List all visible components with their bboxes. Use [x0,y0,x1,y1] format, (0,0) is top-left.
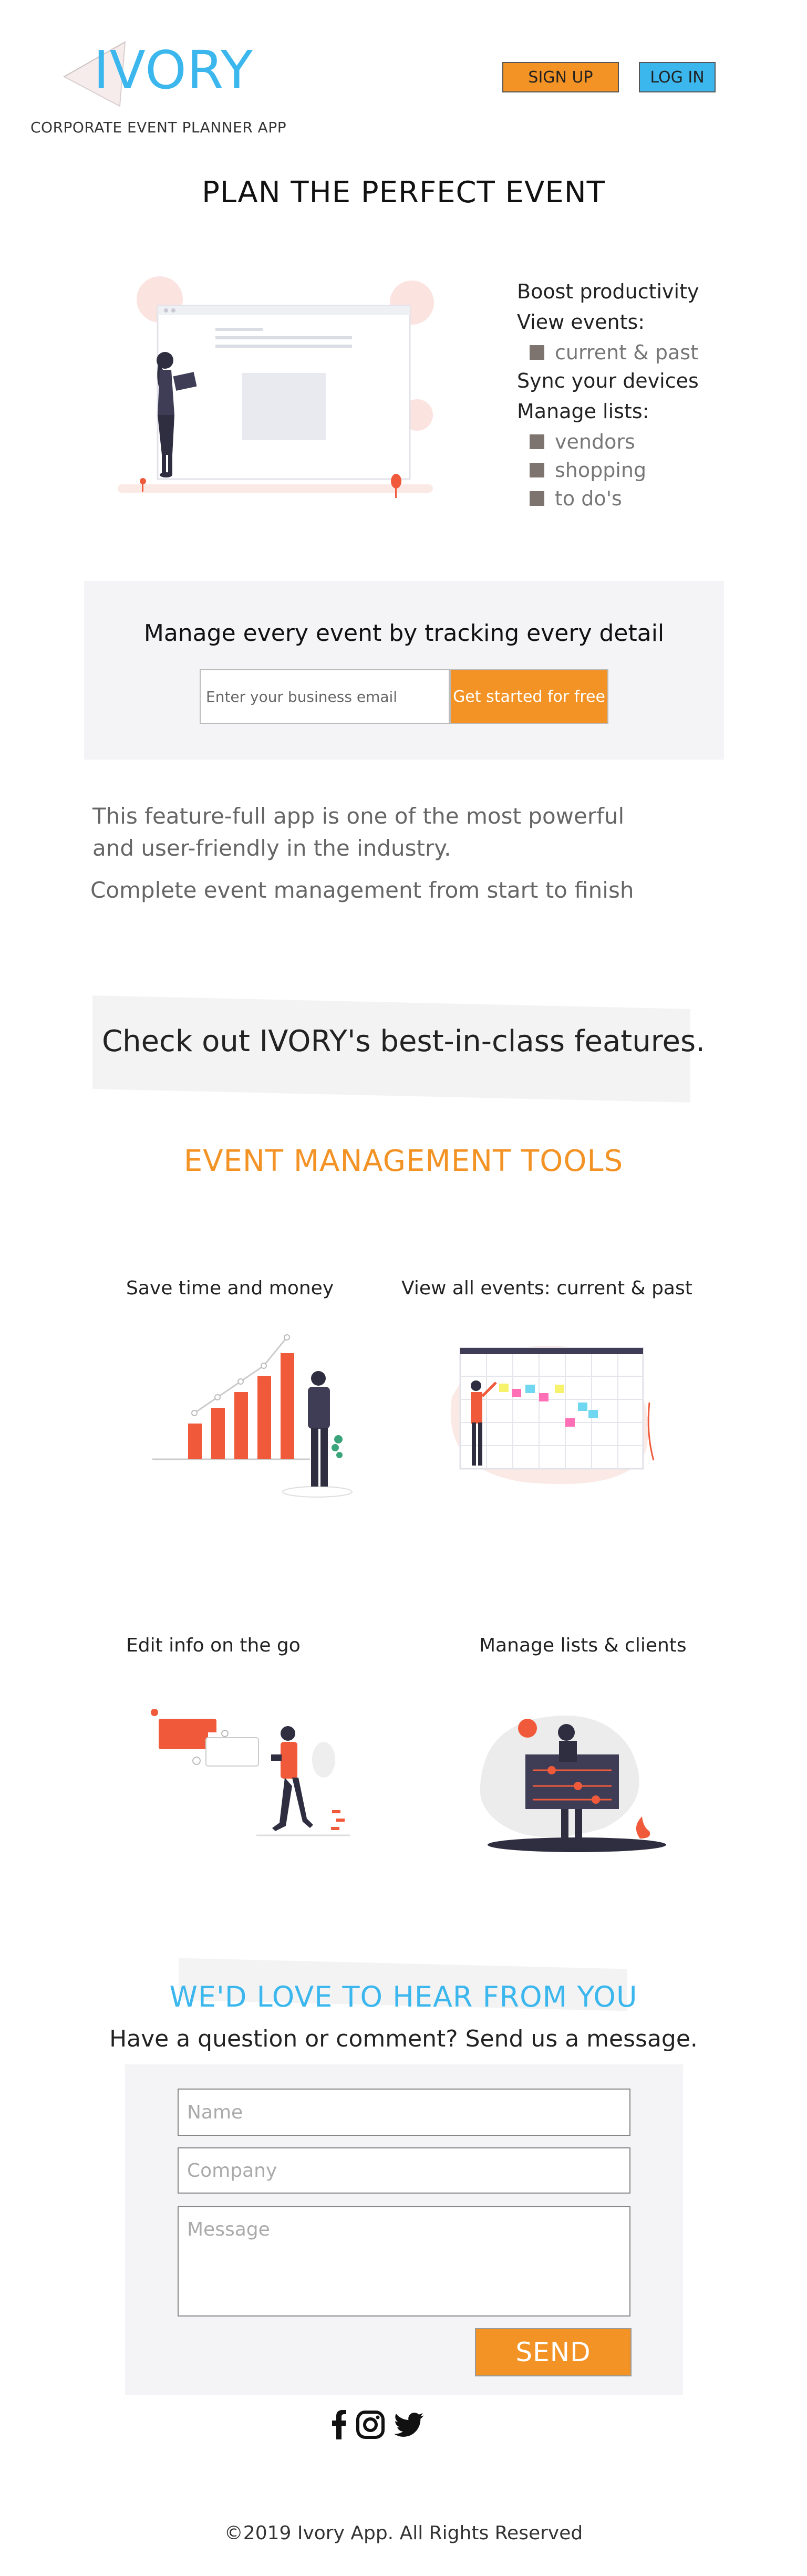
company-input[interactable]: Company [178,2147,630,2194]
presentation-illustration [118,276,434,498]
feature-item-label: shopping [555,459,647,482]
mobile-editing-illustration [151,1709,350,1836]
about-tagline: Complete event management from start to … [90,877,634,903]
feature-item-label: current & past [555,341,698,364]
feature-item-label: vendors [555,430,635,453]
name-input[interactable]: Name [178,2089,630,2136]
tools-title: EVENT MANAGEMENT TOOLS [183,1144,624,1178]
growth-chart-illustration [152,1334,353,1498]
feature-item-label: to do's [555,487,622,510]
feature-list: Boost productivity View events: current … [517,282,699,517]
get-started-button[interactable]: Get started for free [450,669,608,724]
feature-item: current & past [530,342,699,362]
bullet-square-icon [530,491,544,506]
about-paragraph: This feature-full app is one of the most… [92,803,625,861]
features-banner: Check out IVORY's best-in-class features… [102,1024,705,1058]
signup-button[interactable]: SIGN UP [502,62,619,92]
social-links [331,2410,423,2442]
contact-title: WE'D LOVE TO HEAR FROM YOU [169,1980,638,2013]
bullet-square-icon [530,434,544,449]
footer-copyright: ©2019 Ivory App. All Rights Reserved [224,2522,583,2544]
feature-view-events: View events: [517,310,645,334]
bullet-square-icon [530,345,544,360]
hero-title: PLAN THE PERFECT EVENT [202,175,605,210]
tagline: CORPORATE EVENT PLANNER APP [30,119,287,136]
feature-sync: Sync your devices [517,369,699,392]
tool-caption: Edit info on the go [126,1635,301,1656]
send-button[interactable]: SEND [475,2328,632,2376]
bullet-square-icon [530,463,544,477]
feature-item: shopping [530,460,699,480]
calendar-illustration [450,1346,655,1484]
signup-band-title: Manage every event by tracking every det… [143,620,665,647]
feature-boost: Boost productivity [517,280,699,303]
business-email-input[interactable]: Enter your business email [200,669,450,724]
tool-caption: Manage lists & clients [479,1635,687,1656]
feature-manage-lists: Manage lists: [517,400,649,423]
message-textarea[interactable]: Message [178,2206,630,2317]
feature-item: vendors [530,432,699,452]
lists-clients-illustration [480,1716,666,1852]
contact-subtitle: Have a question or comment? Send us a me… [109,2026,698,2052]
login-button[interactable]: LOG IN [639,62,716,92]
logo[interactable]: IVORY [94,44,253,97]
tool-caption: Save time and money [126,1277,334,1299]
twitter-icon[interactable] [394,2413,423,2439]
tool-caption: View all events: current & past [401,1277,692,1299]
facebook-icon[interactable] [331,2410,347,2442]
feature-item: to do's [530,489,699,508]
instagram-icon[interactable] [356,2411,385,2441]
